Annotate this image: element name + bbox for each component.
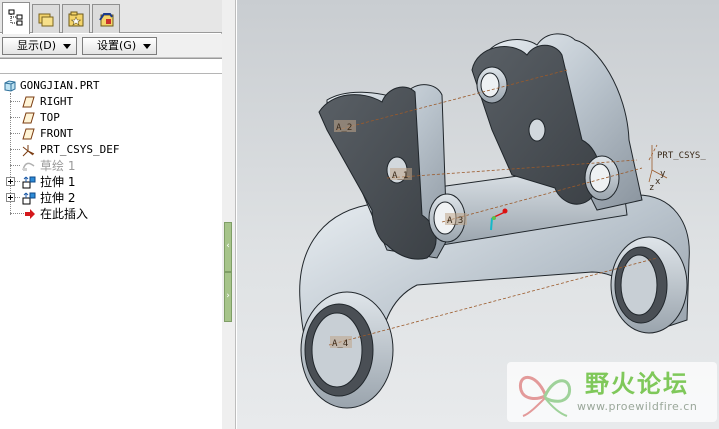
tree-root-part[interactable]: GONGJIAN.PRT — [0, 78, 200, 94]
tree-item-label: TOP — [40, 111, 60, 124]
csys-label: PRT_CSYS_ — [657, 151, 706, 161]
axis-x-label: x — [655, 177, 661, 187]
show-dropdown-label: 显示(D) — [17, 39, 57, 52]
forum-watermark: 野火论坛 www.proewildfire.cn — [507, 362, 717, 422]
model-tree-icon — [8, 9, 23, 26]
tree-item-insert-here[interactable]: 在此插入 — [0, 206, 200, 222]
chevron-left-icon: ‹ — [226, 241, 230, 251]
chevron-down-icon — [143, 44, 151, 49]
tree-item-label: 拉伸 1 — [40, 175, 76, 189]
tree-item-label: 在此插入 — [40, 207, 89, 221]
connections-icon — [99, 13, 114, 27]
forum-name: 野火论坛 — [585, 370, 689, 398]
expand-icon[interactable] — [6, 177, 15, 186]
navigator-tabbar — [0, 0, 222, 34]
tree-item-sketch[interactable]: 草绘 1 — [0, 158, 200, 174]
tree-item-extrude-2[interactable]: 拉伸 2 — [0, 190, 200, 206]
tree-item-label: FRONT — [40, 127, 74, 140]
favorites-icon — [68, 11, 84, 27]
tree-toolbar: 显示(D) 设置(G) — [0, 34, 222, 58]
axis-y-label: y — [660, 169, 666, 179]
extrude-icon — [22, 192, 36, 205]
tree-item-right[interactable]: RIGHT — [0, 94, 200, 110]
datum-plane-icon — [22, 112, 35, 124]
tree-root-label: GONGJIAN.PRT — [20, 79, 100, 92]
expand-icon[interactable] — [6, 193, 15, 202]
extrude-icon — [22, 176, 36, 189]
tree-item-label: RIGHT — [40, 95, 74, 108]
favorites-tab[interactable] — [62, 4, 90, 33]
graphics-window[interactable]: A_2 A_1 A_3 A_4 PRT_CSYS_ y x z 野火论坛 www… — [237, 0, 719, 429]
settings-dropdown-button[interactable]: 设置(G) — [82, 37, 157, 55]
csys-marker[interactable]: PRT_CSYS_ y x z — [648, 145, 706, 193]
insert-here-arrow-icon — [25, 209, 35, 219]
part-icon — [4, 80, 16, 92]
panel-splitter[interactable]: ‹ › — [222, 0, 236, 429]
csys-icon — [22, 145, 35, 157]
show-dropdown-button[interactable]: 显示(D) — [2, 37, 77, 55]
datum-plane-icon — [22, 128, 35, 140]
tree-header-divider — [0, 73, 222, 74]
expand-right-handle[interactable]: › — [224, 272, 232, 322]
dim-label-a4[interactable]: A_4 — [332, 339, 348, 349]
dim-label-a3[interactable]: A_3 — [447, 216, 463, 226]
tree-item-top[interactable]: TOP — [0, 110, 200, 126]
tree-item-extrude-1[interactable]: 拉伸 1 — [0, 174, 200, 190]
chevron-right-icon: › — [226, 291, 230, 301]
butterfly-logo-icon — [518, 375, 572, 417]
navigator-panel: 显示(D) 设置(G) GONGJIAN.PRT RIGHT TOP FRONT… — [0, 0, 222, 429]
chevron-down-icon — [63, 44, 71, 49]
tree-item-csys[interactable]: PRT_CSYS_DEF — [0, 142, 200, 158]
tree-item-label: 拉伸 2 — [40, 191, 76, 205]
forum-url: www.proewildfire.cn — [577, 400, 698, 413]
collapse-left-handle[interactable]: ‹ — [224, 222, 232, 272]
model-tree-tab[interactable] — [2, 2, 30, 34]
folder-icon — [38, 13, 54, 27]
tree-item-front[interactable]: FRONT — [0, 126, 200, 142]
tree-item-label: PRT_CSYS_DEF — [40, 143, 120, 156]
datum-plane-icon — [22, 96, 35, 108]
tree-item-label: 草绘 1 — [40, 159, 76, 173]
axis-z-label: z — [649, 183, 654, 193]
connections-tab[interactable] — [92, 4, 120, 33]
folder-browser-tab[interactable] — [32, 4, 60, 33]
dim-label-a1[interactable]: A_1 — [392, 171, 408, 181]
dim-label-a2[interactable]: A_2 — [336, 123, 352, 133]
model-tree: GONGJIAN.PRT RIGHT TOP FRONT PRT_CSYS_DE… — [0, 58, 222, 429]
settings-dropdown-label: 设置(G) — [97, 39, 137, 52]
sketch-icon — [22, 162, 35, 171]
